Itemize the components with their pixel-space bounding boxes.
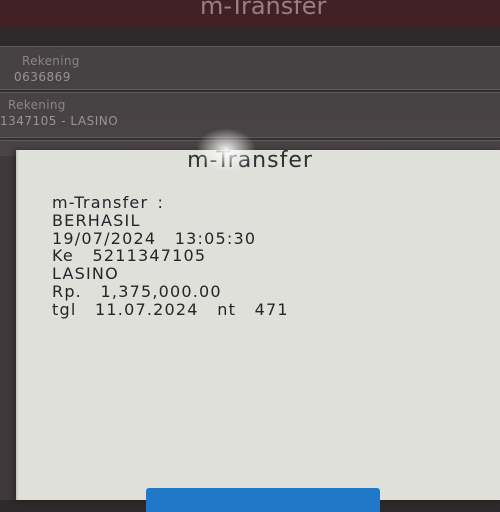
message-line-destination: Ke 5211347105 <box>52 246 207 266</box>
message-line-amount: Rp. 1,375,000.00 <box>52 281 222 301</box>
background-account-label: Rekening <box>22 54 80 68</box>
background-account-value: 0636869 <box>14 70 71 84</box>
message-line-recipient-name: LASINO <box>52 264 119 284</box>
dialog-title: m-Transfer <box>187 148 313 173</box>
message-line-status: BERHASIL <box>52 210 141 230</box>
dialog-ok-button[interactable] <box>146 488 380 512</box>
background-destination-label: Rekening <box>8 98 66 112</box>
background-page-title: m-Transfer <box>200 0 327 20</box>
message-line-reference: tgl 11.07.2024 nt 471 <box>52 299 289 319</box>
message-line-header: m-Transfer : <box>52 193 165 212</box>
message-line-datetime: 19/07/2024 13:05:30 <box>52 228 257 248</box>
background-account-row <box>0 46 500 90</box>
background-destination-value: 1347105 - LASINO <box>0 114 119 128</box>
dialog-message: m-Transfer : BERHASIL 19/07/2024 13:05:3… <box>52 194 289 319</box>
